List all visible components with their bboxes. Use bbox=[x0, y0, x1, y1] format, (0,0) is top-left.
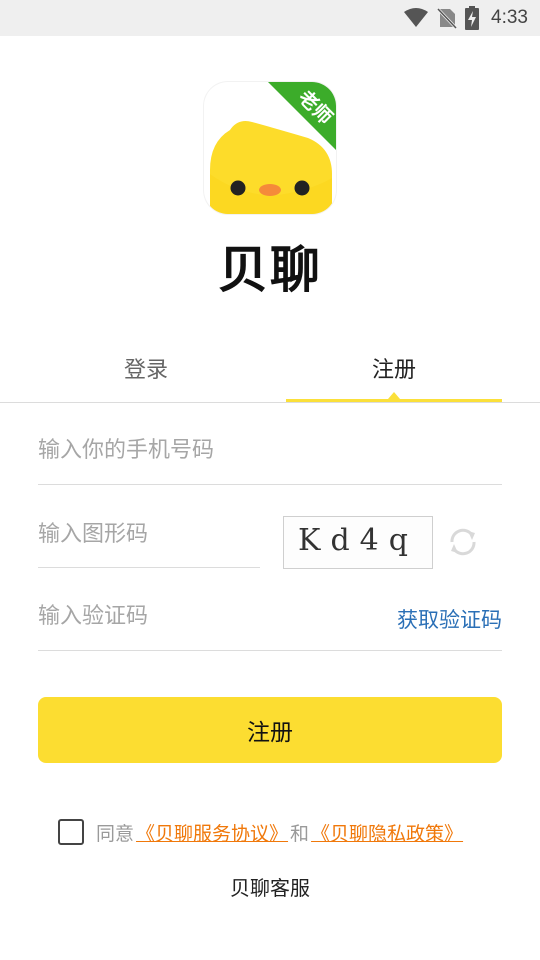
privacy-policy-link[interactable]: 《贝聊隐私政策》 bbox=[309, 819, 465, 846]
phone-input[interactable] bbox=[38, 438, 502, 463]
refresh-icon[interactable] bbox=[446, 525, 480, 559]
captcha-input[interactable] bbox=[38, 522, 260, 547]
tab-login[interactable]: 登录 bbox=[38, 348, 254, 402]
agreement-row: 同意 《贝聊服务协议》 和 《贝聊隐私政策》 bbox=[58, 817, 465, 847]
customer-service-link[interactable]: 贝聊客服 bbox=[0, 872, 540, 901]
battery-charging-icon bbox=[465, 6, 480, 30]
status-icons: 4:33 bbox=[403, 0, 528, 36]
app-name: 贝聊 bbox=[218, 241, 322, 299]
tab-indicator bbox=[286, 399, 502, 402]
phone-field bbox=[38, 422, 502, 485]
captcha-field bbox=[38, 506, 260, 568]
agree-and: 和 bbox=[290, 822, 310, 845]
get-code-button[interactable]: 获取验证码 bbox=[397, 604, 502, 634]
wifi-icon bbox=[404, 8, 429, 27]
auth-tabs: 登录 注册 bbox=[0, 348, 540, 403]
verification-field: 获取验证码 bbox=[38, 588, 502, 651]
agree-checkbox[interactable] bbox=[58, 819, 84, 845]
status-time: 4:33 bbox=[491, 7, 528, 28]
verification-input[interactable] bbox=[38, 604, 378, 629]
app-logo: 老师 bbox=[204, 82, 336, 214]
captcha-text: Kd4q bbox=[298, 523, 418, 558]
tab-indicator-pointer bbox=[388, 392, 400, 399]
no-sim-icon bbox=[437, 7, 458, 29]
agree-prefix: 同意 bbox=[96, 822, 135, 845]
service-agreement-link[interactable]: 《贝聊服务协议》 bbox=[134, 819, 290, 846]
captcha-image[interactable]: Kd4q bbox=[283, 516, 433, 569]
status-bar: 4:33 bbox=[0, 0, 540, 36]
register-button[interactable]: 注册 bbox=[38, 697, 502, 763]
